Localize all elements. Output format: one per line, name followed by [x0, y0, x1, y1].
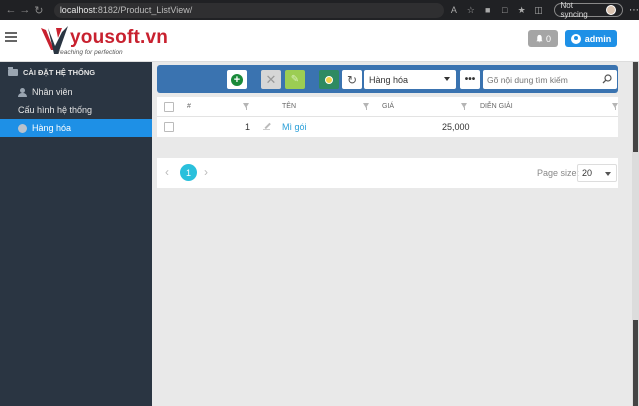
browser-chrome: ← → ↻ localhost:8182/Product_ListView/ A… [0, 0, 639, 20]
bullet-icon [18, 123, 27, 133]
table-header: # TÊN GIÁ DIỄN GIẢI [157, 97, 618, 117]
user-label: admin [584, 33, 612, 44]
column-header-index[interactable]: # [187, 103, 191, 110]
table-row[interactable]: 1 Mì gói 25,000 [157, 117, 618, 137]
row-name-link[interactable]: Mì gói [282, 122, 307, 132]
product-table: # TÊN GIÁ DIỄN GIẢI 1 Mì gói 25,000 [157, 97, 618, 137]
sync-label: Not syncing [560, 1, 588, 19]
more-label: ••• [464, 74, 476, 85]
filter-icon[interactable] [461, 103, 467, 110]
edit-button[interactable]: ✎ [285, 70, 305, 89]
delete-button[interactable]: ✕ [261, 70, 281, 89]
sidebar-section-label: CÀI ĐẶT HỆ THỐNG [23, 67, 96, 77]
browser-menu-icon[interactable]: ⋯ [629, 5, 639, 16]
sidebar: CÀI ĐẶT HỆ THỐNG Nhân viên Cấu hình hệ t… [0, 62, 152, 406]
page-size-select[interactable]: 20 [577, 164, 617, 182]
column-header-price[interactable]: GIÁ [382, 103, 394, 110]
category-select[interactable]: Hàng hóa [364, 70, 456, 89]
select-all-checkbox[interactable] [164, 102, 174, 112]
edit-row-icon[interactable] [263, 123, 270, 130]
list-toolbar: + ✕ ✎ ↻ Hàng hóa ••• [157, 65, 618, 93]
menu-toggle-icon[interactable] [5, 32, 17, 42]
bell-icon [536, 34, 543, 43]
add-button[interactable]: + [227, 70, 247, 89]
refresh-button[interactable]: ↻ [342, 70, 362, 89]
sidebar-item-label: Cấu hình hệ thống [18, 105, 93, 115]
close-icon: ✕ [265, 71, 277, 87]
filter-icon[interactable] [363, 103, 369, 110]
user-menu-button[interactable]: admin [565, 30, 617, 47]
extension-icon[interactable]: ■ [481, 5, 495, 15]
url-host: localhost [59, 5, 96, 15]
row-index: 1 [245, 122, 251, 132]
chevron-left-icon[interactable]: ‹ [165, 165, 169, 179]
favorites-bar-icon[interactable]: ★ [515, 5, 529, 16]
brand-tagline: reaching for perfection [58, 49, 123, 56]
sync-button[interactable]: Not syncing [553, 1, 624, 19]
column-header-description[interactable]: DIỄN GIẢI [480, 103, 513, 110]
brand-name: yousoft.vn [70, 27, 169, 48]
chevron-right-icon[interactable]: › [204, 165, 208, 179]
sidebar-item-system-config[interactable]: Cấu hình hệ thống [0, 101, 152, 119]
chevron-down-icon [444, 77, 450, 81]
sidebar-item-employees[interactable]: Nhân viên [0, 83, 152, 101]
sidebar-item-label: Nhân viên [32, 87, 73, 97]
folder-icon [8, 66, 18, 76]
filter-icon[interactable] [243, 103, 249, 110]
page-button-current[interactable]: 1 [180, 164, 197, 181]
category-selected: Hàng hóa [369, 74, 409, 85]
app-header: yousoft.vn reaching for perfection 0 adm… [0, 20, 639, 62]
main-content: + ✕ ✎ ↻ Hàng hóa ••• # TÊN GIÁ DIỄN GIẢI… [155, 62, 639, 406]
person-icon [18, 87, 27, 97]
export-icon [325, 75, 333, 84]
user-icon [570, 33, 581, 44]
notifications-button[interactable]: 0 [528, 30, 558, 47]
address-bar[interactable]: localhost:8182/Product_ListView/ [53, 2, 444, 18]
tabs-icon[interactable]: ◫ [532, 5, 546, 16]
scrollbar-thumb[interactable] [633, 62, 638, 152]
search-icon[interactable] [602, 74, 612, 84]
brand-logo[interactable]: yousoft.vn reaching for perfection [38, 24, 168, 58]
refresh-icon: ↻ [346, 72, 358, 87]
url-path: :8182/Product_ListView/ [95, 5, 193, 15]
row-price: 25,000 [442, 122, 470, 132]
plus-icon: + [231, 73, 243, 86]
search-input[interactable] [483, 70, 617, 89]
column-header-name[interactable]: TÊN [282, 103, 296, 110]
more-options-button[interactable]: ••• [460, 70, 480, 89]
sidebar-item-products[interactable]: Hàng hóa [0, 119, 152, 137]
favorite-icon[interactable]: ☆ [464, 5, 478, 16]
vertical-scrollbar[interactable] [632, 62, 639, 406]
scrollbar-thumb-lower[interactable] [633, 320, 638, 406]
row-checkbox[interactable] [164, 122, 174, 132]
read-aloud-icon[interactable]: A [447, 5, 461, 15]
chevron-down-icon [605, 172, 611, 176]
collections-icon[interactable]: □ [498, 5, 512, 15]
sidebar-item-label: Hàng hóa [32, 123, 72, 133]
notifications-count: 0 [545, 33, 551, 44]
pencil-icon: ✎ [290, 74, 300, 85]
page-size-label: Page size: [537, 168, 580, 178]
filter-icon[interactable] [612, 103, 618, 110]
back-icon[interactable]: ← [4, 4, 18, 16]
profile-avatar [606, 5, 617, 15]
export-button[interactable] [319, 70, 339, 89]
reload-icon[interactable]: ↻ [32, 4, 46, 17]
sidebar-section-system-settings[interactable]: CÀI ĐẶT HỆ THỐNG [0, 62, 152, 82]
pagination: ‹ 1 › Page size: 20 [157, 158, 618, 188]
forward-icon[interactable]: → [18, 4, 32, 16]
page-size-value: 20 [582, 168, 593, 178]
